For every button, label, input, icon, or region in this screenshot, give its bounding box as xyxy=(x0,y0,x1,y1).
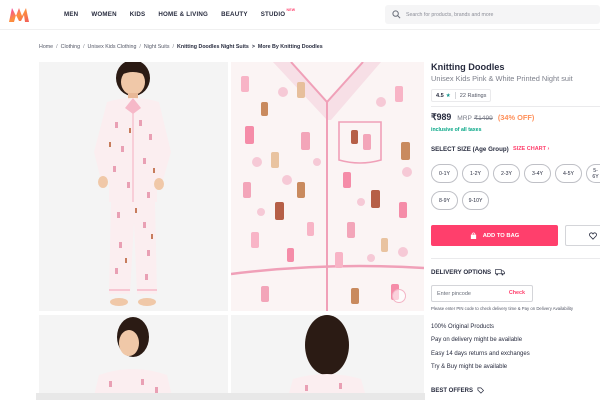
brand-name[interactable]: Knitting Doodles xyxy=(431,62,505,72)
breadcrumb-clothing[interactable]: Clothing xyxy=(61,44,80,50)
top-header: MEN WOMEN KIDS HOME & LIVING BEAUTY STUD… xyxy=(0,0,600,30)
pincode-input[interactable] xyxy=(437,288,507,299)
size-option-5-6y[interactable]: 5-6Y xyxy=(586,164,600,183)
breadcrumb-more-by-brand[interactable]: More By Knitting Doodles xyxy=(258,44,323,50)
mrp-value: ₹1499 xyxy=(473,115,493,122)
breadcrumb: Home / Clothing / Unisex Kids Clothing / Night… xyxy=(39,44,323,50)
size-chart-link[interactable]: SIZE CHART › xyxy=(513,146,549,152)
product-image-3[interactable] xyxy=(39,315,228,400)
breadcrumb-home[interactable]: Home xyxy=(39,44,53,50)
mrp-label: MRP xyxy=(457,115,472,122)
delivery-title: DELIVERY OPTIONS xyxy=(431,269,506,276)
feature-item: Try & Buy might be available xyxy=(431,363,508,370)
product-image-4[interactable] xyxy=(231,315,424,400)
divider xyxy=(431,258,600,259)
tax-note: inclusive of all taxes xyxy=(431,127,482,133)
pincode-note: Please enter PIN code to check delivery … xyxy=(431,306,574,311)
star-icon: ★ xyxy=(445,92,451,99)
girl-full-photo xyxy=(39,62,228,311)
heart-icon xyxy=(589,232,597,240)
feature-item: Easy 14 days returns and exchanges xyxy=(431,350,530,357)
girl-side-photo xyxy=(39,315,228,400)
myntra-logo[interactable] xyxy=(8,7,30,23)
mrp: MRP ₹1499 xyxy=(457,114,493,122)
wishlist-button[interactable] xyxy=(565,225,600,246)
rating-value: 4.5 xyxy=(436,92,444,99)
tag-icon xyxy=(477,387,485,394)
best-offers-title: BEST OFFERS xyxy=(431,387,485,394)
delivery-title-label: DELIVERY OPTIONS xyxy=(431,269,492,276)
size-option-4-5y[interactable]: 4-5Y xyxy=(555,164,582,183)
nav-home-living[interactable]: HOME & LIVING xyxy=(158,11,208,18)
feature-item: Pay on delivery might be available xyxy=(431,337,523,344)
new-badge: NEW xyxy=(286,8,296,12)
feature-item: 100% Original Products xyxy=(431,324,495,330)
check-button[interactable]: Check xyxy=(509,290,525,296)
selling-price: ₹989 xyxy=(431,112,452,122)
pincode-box: Check xyxy=(431,285,533,302)
zoom-icon[interactable] xyxy=(392,289,406,303)
breadcrumb-unisex-kids[interactable]: Unisex Kids Clothing xyxy=(88,44,137,50)
nav-women[interactable]: WOMEN xyxy=(91,11,116,18)
size-option-8-9y[interactable]: 8-9Y xyxy=(431,191,458,210)
product-image-1[interactable] xyxy=(39,62,228,311)
add-to-bag-label: ADD TO BAG xyxy=(482,232,520,239)
truck-icon xyxy=(495,269,506,276)
size-option-2-3y[interactable]: 2-3Y xyxy=(493,164,520,183)
girl-back-photo xyxy=(231,315,424,400)
breadcrumb-current: Knitting Doodles Night Suits xyxy=(177,44,249,50)
nav-kids[interactable]: KIDS xyxy=(130,11,146,18)
search-icon xyxy=(392,10,401,19)
horizontal-scrollbar[interactable] xyxy=(36,393,425,400)
main-nav: MEN WOMEN KIDS HOME & LIVING BEAUTY STUD… xyxy=(64,8,298,18)
feature-list: 100% Original Products Pay on delivery m… xyxy=(431,321,530,374)
rating-count: 22 Ratings xyxy=(459,92,487,99)
size-title: SELECT SIZE (Age Group) xyxy=(431,146,509,153)
add-to-bag-button[interactable]: ADD TO BAG xyxy=(431,225,558,246)
search-bar[interactable] xyxy=(385,5,600,24)
nav-studio[interactable]: STUDIO NEW xyxy=(260,8,295,18)
discount: (34% OFF) xyxy=(497,113,535,122)
size-option-0-1y[interactable]: 0-1Y xyxy=(431,164,458,183)
size-option-3-4y[interactable]: 3-4Y xyxy=(524,164,551,183)
nav-studio-label: STUDIO xyxy=(260,11,286,18)
nav-beauty[interactable]: BEAUTY xyxy=(221,11,248,18)
size-option-9-10y[interactable]: 9-10Y xyxy=(462,191,489,210)
breadcrumb-night-suits[interactable]: Night Suits xyxy=(144,44,170,50)
price-row: ₹989 MRP ₹1499 (34% OFF) xyxy=(431,112,534,123)
product-name: Unisex Kids Pink & White Printed Night s… xyxy=(431,74,573,83)
search-input[interactable] xyxy=(406,8,596,21)
rating-badge[interactable]: 4.5 ★ 22 Ratings xyxy=(431,89,492,102)
nightsuit-closeup-photo xyxy=(231,62,424,311)
divider xyxy=(431,106,600,107)
nav-men[interactable]: MEN xyxy=(64,11,78,18)
bag-icon xyxy=(470,232,476,239)
product-image-2[interactable] xyxy=(231,62,424,311)
size-option-1-2y[interactable]: 1-2Y xyxy=(462,164,489,183)
best-offers-label: BEST OFFERS xyxy=(431,387,474,394)
rating-divider xyxy=(454,92,456,99)
